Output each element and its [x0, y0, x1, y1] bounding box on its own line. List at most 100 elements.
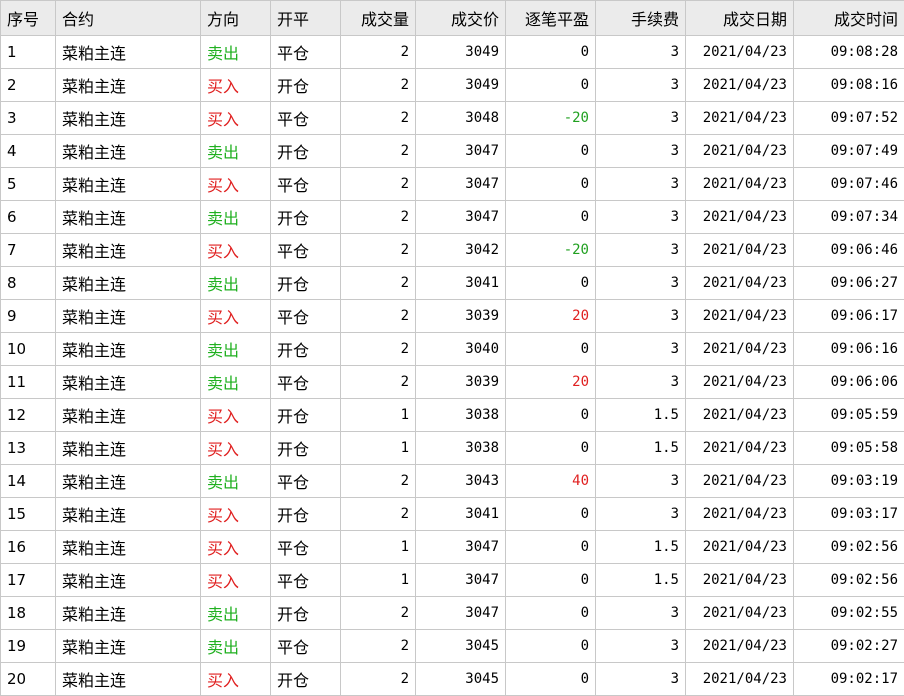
column-header-time[interactable]: 成交时间: [794, 1, 904, 36]
seq-cell: 5: [1, 168, 56, 201]
table-row[interactable]: 10菜粕主连卖出开仓23040032021/04/2309:06:16: [1, 333, 904, 366]
openclose-cell: 平仓: [271, 531, 341, 564]
table-row[interactable]: 12菜粕主连买入开仓1303801.52021/04/2309:05:59: [1, 399, 904, 432]
table-row[interactable]: 11菜粕主连卖出平仓230392032021/04/2309:06:06: [1, 366, 904, 399]
fee-cell: 3: [596, 333, 686, 366]
table-row[interactable]: 15菜粕主连买入开仓23041032021/04/2309:03:17: [1, 498, 904, 531]
contract-cell: 菜粕主连: [56, 267, 201, 300]
price-cell: 3047: [416, 135, 506, 168]
table-row[interactable]: 18菜粕主连卖出开仓23047032021/04/2309:02:55: [1, 597, 904, 630]
openclose-cell: 平仓: [271, 564, 341, 597]
volume-cell: 2: [341, 102, 416, 135]
pnl-cell: 0: [506, 168, 596, 201]
side-cell: 买入: [201, 300, 271, 333]
fee-cell: 1.5: [596, 564, 686, 597]
price-cell: 3047: [416, 531, 506, 564]
pnl-cell: -20: [506, 102, 596, 135]
column-header-price[interactable]: 成交价: [416, 1, 506, 36]
seq-cell: 7: [1, 234, 56, 267]
seq-cell: 12: [1, 399, 56, 432]
time-cell: 09:05:59: [794, 399, 904, 432]
contract-cell: 菜粕主连: [56, 234, 201, 267]
pnl-cell: 0: [506, 432, 596, 465]
table-row[interactable]: 19菜粕主连卖出平仓23045032021/04/2309:02:27: [1, 630, 904, 663]
date-cell: 2021/04/23: [686, 333, 794, 366]
column-header-side[interactable]: 方向: [201, 1, 271, 36]
column-header-fee[interactable]: 手续费: [596, 1, 686, 36]
side-cell: 卖出: [201, 366, 271, 399]
date-cell: 2021/04/23: [686, 663, 794, 696]
fee-cell: 3: [596, 498, 686, 531]
column-header-seq[interactable]: 序号: [1, 1, 56, 36]
price-cell: 3040: [416, 333, 506, 366]
volume-cell: 1: [341, 432, 416, 465]
date-cell: 2021/04/23: [686, 267, 794, 300]
column-header-contract[interactable]: 合约: [56, 1, 201, 36]
header-row: 序号 合约 方向 开平 成交量 成交价 逐笔平盈 手续费 成交日期 成交时间: [1, 1, 904, 36]
side-cell: 买入: [201, 432, 271, 465]
openclose-cell: 开仓: [271, 333, 341, 366]
table-row[interactable]: 17菜粕主连买入平仓1304701.52021/04/2309:02:56: [1, 564, 904, 597]
openclose-cell: 开仓: [271, 267, 341, 300]
table-row[interactable]: 5菜粕主连买入平仓23047032021/04/2309:07:46: [1, 168, 904, 201]
contract-cell: 菜粕主连: [56, 597, 201, 630]
table-row[interactable]: 9菜粕主连买入平仓230392032021/04/2309:06:17: [1, 300, 904, 333]
table-row[interactable]: 3菜粕主连买入平仓23048-2032021/04/2309:07:52: [1, 102, 904, 135]
date-cell: 2021/04/23: [686, 102, 794, 135]
time-cell: 09:07:34: [794, 201, 904, 234]
seq-cell: 20: [1, 663, 56, 696]
volume-cell: 2: [341, 663, 416, 696]
openclose-cell: 开仓: [271, 498, 341, 531]
time-cell: 09:02:27: [794, 630, 904, 663]
time-cell: 09:03:17: [794, 498, 904, 531]
table-row[interactable]: 13菜粕主连买入开仓1303801.52021/04/2309:05:58: [1, 432, 904, 465]
side-cell: 卖出: [201, 201, 271, 234]
contract-cell: 菜粕主连: [56, 498, 201, 531]
date-cell: 2021/04/23: [686, 69, 794, 102]
column-header-pnl[interactable]: 逐笔平盈: [506, 1, 596, 36]
table-row[interactable]: 6菜粕主连卖出开仓23047032021/04/2309:07:34: [1, 201, 904, 234]
side-cell: 买入: [201, 531, 271, 564]
openclose-cell: 开仓: [271, 135, 341, 168]
pnl-cell: 0: [506, 663, 596, 696]
time-cell: 09:02:55: [794, 597, 904, 630]
seq-cell: 14: [1, 465, 56, 498]
column-header-volume[interactable]: 成交量: [341, 1, 416, 36]
fee-cell: 3: [596, 267, 686, 300]
contract-cell: 菜粕主连: [56, 135, 201, 168]
pnl-cell: 0: [506, 69, 596, 102]
table-row[interactable]: 2菜粕主连买入开仓23049032021/04/2309:08:16: [1, 69, 904, 102]
column-header-date[interactable]: 成交日期: [686, 1, 794, 36]
column-header-openclose[interactable]: 开平: [271, 1, 341, 36]
date-cell: 2021/04/23: [686, 498, 794, 531]
date-cell: 2021/04/23: [686, 300, 794, 333]
volume-cell: 2: [341, 498, 416, 531]
fee-cell: 3: [596, 597, 686, 630]
pnl-cell: 0: [506, 333, 596, 366]
contract-cell: 菜粕主连: [56, 399, 201, 432]
table-row[interactable]: 20菜粕主连买入开仓23045032021/04/2309:02:17: [1, 663, 904, 696]
contract-cell: 菜粕主连: [56, 333, 201, 366]
openclose-cell: 开仓: [271, 201, 341, 234]
fee-cell: 3: [596, 201, 686, 234]
table-row[interactable]: 16菜粕主连买入平仓1304701.52021/04/2309:02:56: [1, 531, 904, 564]
price-cell: 3041: [416, 267, 506, 300]
openclose-cell: 开仓: [271, 432, 341, 465]
table-header: 序号 合约 方向 开平 成交量 成交价 逐笔平盈 手续费 成交日期 成交时间: [1, 1, 904, 36]
volume-cell: 1: [341, 399, 416, 432]
contract-cell: 菜粕主连: [56, 630, 201, 663]
date-cell: 2021/04/23: [686, 597, 794, 630]
table-row[interactable]: 14菜粕主连卖出平仓230434032021/04/2309:03:19: [1, 465, 904, 498]
seq-cell: 18: [1, 597, 56, 630]
contract-cell: 菜粕主连: [56, 36, 201, 69]
contract-cell: 菜粕主连: [56, 663, 201, 696]
date-cell: 2021/04/23: [686, 201, 794, 234]
contract-cell: 菜粕主连: [56, 69, 201, 102]
fee-cell: 3: [596, 630, 686, 663]
table-row[interactable]: 7菜粕主连买入平仓23042-2032021/04/2309:06:46: [1, 234, 904, 267]
openclose-cell: 平仓: [271, 234, 341, 267]
table-row[interactable]: 8菜粕主连卖出开仓23041032021/04/2309:06:27: [1, 267, 904, 300]
table-row[interactable]: 4菜粕主连卖出开仓23047032021/04/2309:07:49: [1, 135, 904, 168]
pnl-cell: 0: [506, 267, 596, 300]
table-row[interactable]: 1菜粕主连卖出平仓23049032021/04/2309:08:28: [1, 36, 904, 69]
